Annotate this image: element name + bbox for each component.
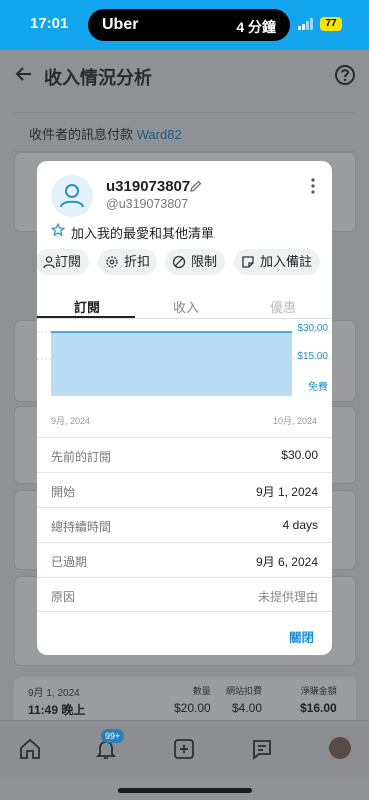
discount-chip-label: 折扣 <box>124 254 151 269</box>
page-title: 收入情況分析 <box>44 68 152 88</box>
user-avatar-icon <box>51 175 93 217</box>
subscribe-chip[interactable]: 訂閱 <box>37 249 89 275</box>
transaction-card[interactable]: 9月 1, 2024 11:49 晚上 數量 $20.00 網站扣費 $4.00… <box>14 677 356 725</box>
y-tick-label: 免費 <box>308 382 328 393</box>
discount-chip[interactable]: 折扣 <box>98 249 157 275</box>
message-payment-row: 收件者的訊息付款 Ward82 <box>14 112 356 152</box>
detail-label: 已過期 <box>51 555 88 569</box>
home-icon[interactable] <box>18 737 42 761</box>
app-header: 收入情況分析 <box>0 50 369 100</box>
add-post-icon[interactable] <box>172 737 196 761</box>
subscribe-chip-label: 訂閱 <box>55 254 82 269</box>
detail-row-expired: 已過期 9月 6, 2024 <box>37 542 332 577</box>
active-tab-indicator <box>37 316 135 318</box>
detail-label: 原因 <box>51 590 76 604</box>
home-indicator <box>118 788 252 793</box>
detail-label: 總持續時間 <box>51 520 112 534</box>
message-link[interactable]: Ward82 <box>137 127 182 142</box>
net-column: 淨賺金額 $16.00 <box>300 686 337 715</box>
battery-icon: 77 <box>320 17 342 31</box>
detail-label: 開始 <box>51 485 76 499</box>
detail-value: 未提供理由 <box>257 590 318 604</box>
messages-icon[interactable] <box>250 737 274 761</box>
subscription-chart: $30.00 $15.00 免費 9月, 2024 10月, 2024 <box>37 321 332 441</box>
detail-row-reason: 原因 未提供理由 <box>37 577 332 612</box>
user-handle: @u319073807 <box>106 197 189 211</box>
tab-earnings[interactable]: 收入 <box>173 297 199 316</box>
detail-value: 4 days <box>282 518 318 532</box>
y-tick-label: $15.00 <box>297 351 328 362</box>
x-tick-label: 10月, 2024 <box>273 416 318 426</box>
detail-value: 9月 6, 2024 <box>255 555 318 569</box>
star-icon[interactable] <box>51 223 65 237</box>
tab-offers[interactable]: 優惠 <box>270 297 296 316</box>
edit-pencil-icon[interactable] <box>189 179 203 193</box>
transaction-date: 9月 1, 2024 <box>28 688 80 699</box>
fee-column: 網站扣費 $4.00 <box>226 686 263 715</box>
back-arrow-icon[interactable] <box>14 64 34 84</box>
detail-label: 先前的訂閱 <box>51 450 112 464</box>
restrict-chip[interactable]: 限制 <box>165 249 225 275</box>
detail-value: 9月 1, 2024 <box>255 485 318 499</box>
detail-row-duration: 總持續時間 4 days <box>37 507 332 542</box>
detail-row-start: 開始 9月 1, 2024 <box>37 472 332 507</box>
x-tick-label: 9月, 2024 <box>51 416 91 426</box>
status-bar: 17:01 Uber 4 分鐘 77 <box>0 0 369 50</box>
add-note-chip[interactable]: 加入備註 <box>234 249 320 275</box>
tab-subscriptions[interactable]: 訂閱 <box>74 297 100 316</box>
subscriber-modal: u319073807 @u319073807 加入我的最愛和其他清單 訂閱 折扣… <box>37 161 332 655</box>
profile-avatar-icon[interactable] <box>329 737 351 759</box>
transaction-time: 11:49 晚上 <box>28 703 86 717</box>
note-icon <box>242 256 254 268</box>
restrict-chip-label: 限制 <box>191 254 218 269</box>
signal-icon <box>298 18 316 30</box>
close-button[interactable]: 關閉 <box>289 627 314 646</box>
person-icon <box>43 256 55 269</box>
modal-tabs: 訂閱 收入 優惠 <box>37 291 332 319</box>
add-to-favorites-link[interactable]: 加入我的最愛和其他清單 <box>71 223 214 242</box>
amount-column: 數量 $20.00 <box>174 686 211 715</box>
bottom-tab-bar: 99+ <box>0 720 369 780</box>
message-label: 收件者的訊息付款 <box>29 127 134 142</box>
clock: 17:01 <box>30 15 69 32</box>
live-activity-app: Uber <box>102 16 139 33</box>
more-options-icon[interactable] <box>307 177 319 195</box>
username: u319073807 <box>106 178 191 195</box>
y-tick-label: $30.00 <box>297 323 328 334</box>
live-activity-eta: 4 分鐘 <box>236 19 276 35</box>
notification-badge: 99+ <box>101 729 125 743</box>
detail-row-previous-subscription: 先前的訂閱 $30.00 <box>37 437 332 472</box>
detail-value: $30.00 <box>281 448 318 462</box>
discount-gear-icon <box>106 256 118 268</box>
live-activity-pill[interactable]: Uber 4 分鐘 <box>88 9 290 41</box>
block-icon <box>172 255 186 269</box>
help-icon[interactable] <box>334 64 356 86</box>
add-note-chip-label: 加入備註 <box>260 254 313 269</box>
series-area <box>51 332 292 396</box>
